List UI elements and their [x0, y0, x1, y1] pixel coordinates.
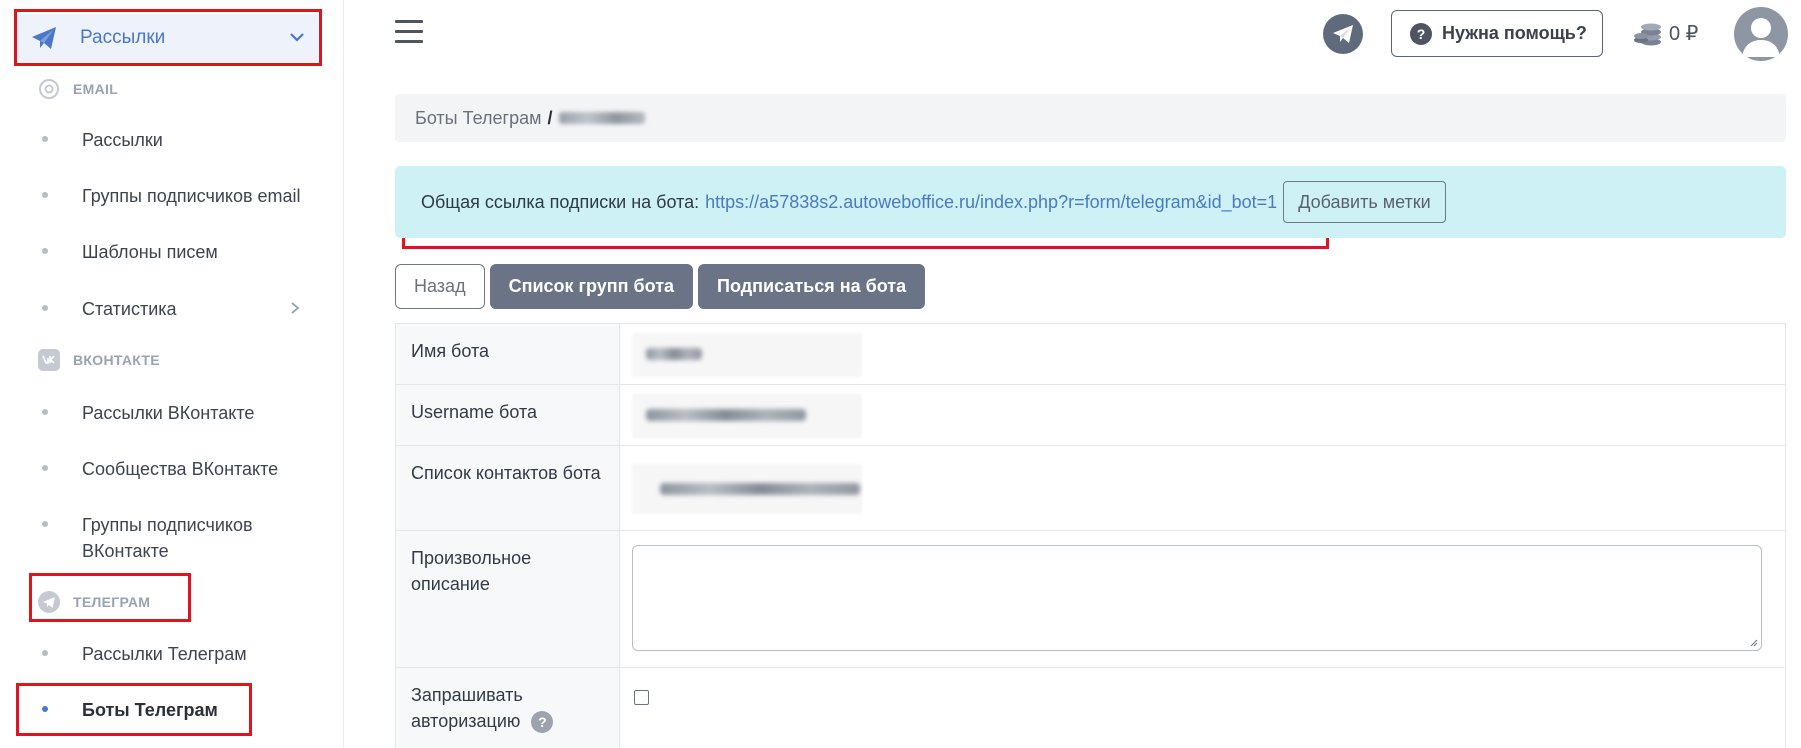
subscription-link-label: Общая ссылка подписки на бота: [421, 191, 700, 212]
help-button[interactable]: ? Нужна помощь? [1391, 10, 1603, 57]
avatar[interactable] [1734, 7, 1788, 61]
auth-label: Запрашивать авторизацию [411, 685, 523, 731]
sidebar-item-email-groups[interactable]: Группы подписчиков email [42, 183, 322, 209]
help-tooltip-icon[interactable]: ? [531, 711, 554, 734]
breadcrumb-separator: / [547, 107, 553, 128]
section-label: EMAIL [73, 81, 119, 97]
breadcrumb-parent-link[interactable]: Боты Телеграм [415, 108, 541, 129]
sidebar-item-email-mailings[interactable]: Рассылки [42, 127, 322, 153]
table-row: Произвольное описание [395, 531, 1786, 668]
resize-grip-icon[interactable] [1748, 637, 1758, 647]
table-row: Запрашивать авторизацию ? [395, 668, 1786, 748]
table-row: Username бота [395, 385, 1786, 446]
bot-name-label: Имя бота [396, 324, 620, 384]
bot-name-value [620, 324, 1785, 384]
at-icon [38, 78, 60, 100]
add-tags-button[interactable]: Добавить метки [1283, 181, 1446, 223]
bot-username-label: Username бота [396, 385, 620, 445]
breadcrumb-current-redacted [558, 112, 645, 124]
bot-contacts-value[interactable] [620, 446, 1785, 530]
sidebar-item-vk-groups[interactable]: Группы подписчиков ВКонтакте [42, 512, 322, 564]
sidebar-item-statistics[interactable]: Статистика [42, 296, 322, 322]
bot-details-table: Имя бота Username бота Список контактов … [395, 323, 1786, 748]
highlight-box [16, 683, 252, 736]
request-auth-checkbox[interactable] [634, 690, 649, 705]
bot-groups-button[interactable]: Список групп бота [489, 264, 694, 309]
subscription-link-notice: Общая ссылка подписки на бота: https://a… [395, 166, 1786, 238]
sidebar-item-telegram-mailings[interactable]: Рассылки Телеграм [42, 641, 322, 667]
coins-icon [1634, 23, 1661, 46]
sidebar: Рассылки EMAIL Рассылки Группы подписчик… [0, 0, 344, 748]
section-vk: ВКОНТАКТЕ [38, 349, 160, 371]
chevron-right-icon [291, 302, 300, 314]
subscription-link[interactable]: https://a57838s2.autoweboffice.ru/index.… [705, 192, 1277, 213]
section-email: EMAIL [38, 78, 118, 100]
bot-contacts-label: Список контактов бота [396, 446, 620, 530]
menu-toggle-icon[interactable] [395, 20, 423, 44]
telegram-icon[interactable] [1323, 14, 1363, 54]
table-row: Список контактов бота [395, 446, 1786, 531]
sidebar-item-vk-communities[interactable]: Сообщества ВКонтакте [42, 456, 322, 482]
breadcrumb: Боты Телеграм / [395, 94, 1786, 142]
vk-icon [38, 349, 60, 371]
table-row: Имя бота [395, 324, 1786, 385]
user-icon [1742, 18, 1780, 57]
auth-cell [620, 668, 1785, 748]
description-label: Произвольное описание [396, 531, 620, 667]
action-buttons: Назад Список групп бота Подписаться на б… [395, 264, 930, 309]
highlight-box [14, 9, 322, 66]
description-cell [620, 531, 1785, 667]
subscribe-bot-button[interactable]: Подписаться на бота [698, 264, 926, 309]
section-label: ВКОНТАКТЕ [73, 352, 160, 368]
balance-display[interactable]: 0 ₽ [1633, 18, 1698, 48]
sidebar-item-vk-mailings[interactable]: Рассылки ВКонтакте [42, 400, 322, 426]
auth-label-cell: Запрашивать авторизацию ? [396, 668, 620, 748]
question-circle-icon: ? [1410, 22, 1432, 45]
highlight-box [29, 573, 191, 622]
balance-amount: 0 ₽ [1669, 22, 1699, 45]
sidebar-item-email-templates[interactable]: Шаблоны писем [42, 239, 322, 265]
back-button[interactable]: Назад [395, 264, 485, 309]
description-textarea[interactable] [632, 545, 1762, 651]
bot-username-value [620, 385, 1785, 445]
